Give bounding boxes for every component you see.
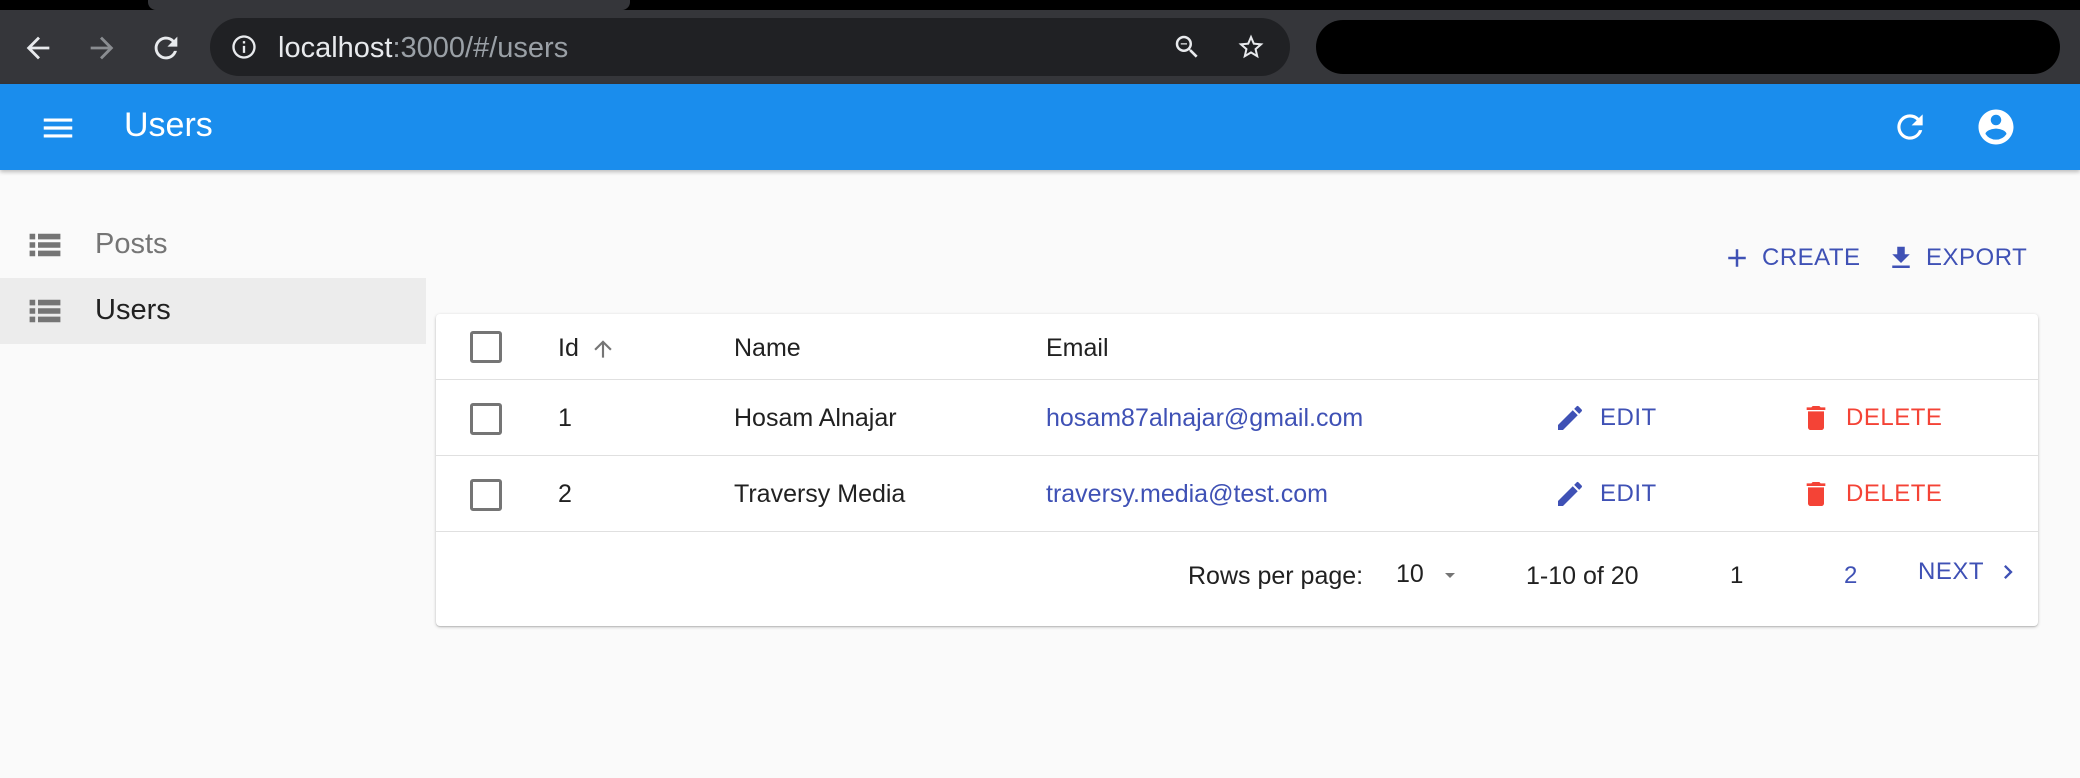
page-1-button[interactable]: 1	[1730, 562, 1743, 590]
forward-button[interactable]	[80, 26, 124, 70]
rows-per-page-label: Rows per page:	[1188, 562, 1364, 590]
page-title: Users	[124, 106, 213, 144]
address-bar[interactable]: localhost:3000/#/users	[210, 18, 1290, 76]
tab-strip	[0, 0, 2080, 10]
edit-label: EDIT	[1600, 480, 1657, 507]
sidebar-item-posts[interactable]: Posts	[0, 212, 426, 278]
table-row[interactable]: 1 Hosam Alnajar hosam87alnajar@gmail.com…	[436, 380, 2038, 456]
pencil-icon	[1558, 481, 1583, 506]
chevron-right-icon	[2004, 565, 2013, 579]
page-range: 1-10 of 20	[1526, 562, 1639, 590]
trash-icon	[1806, 482, 1826, 506]
dropdown-arrow-icon	[1444, 572, 1455, 578]
pagination: Rows per page: 10 1-10 of 20 1 2 NEXT	[436, 532, 2038, 626]
cell-name: Traversy Media	[734, 480, 906, 508]
column-header-email[interactable]: Email	[1046, 334, 1109, 363]
sidebar-item-users[interactable]: Users	[0, 278, 426, 344]
back-button[interactable]	[16, 26, 60, 70]
rows-per-page-value: 10	[1396, 560, 1424, 588]
sort-ascending-icon[interactable]	[590, 336, 616, 362]
plus-icon	[1728, 249, 1746, 267]
column-header-id[interactable]: Id	[558, 334, 579, 363]
next-label: NEXT	[1918, 558, 1985, 585]
delete-label: DELETE	[1846, 480, 1943, 507]
select-all-checkbox[interactable]	[470, 331, 502, 363]
back-arrow-icon	[26, 36, 50, 60]
zoom-out-icon[interactable]	[1172, 32, 1202, 62]
create-label: CREATE	[1762, 244, 1861, 271]
account-button[interactable]	[1974, 105, 2018, 149]
edit-button[interactable]: EDIT	[1554, 400, 1657, 436]
profile-area[interactable]	[1316, 20, 2060, 74]
cell-id: 2	[558, 480, 572, 508]
row-checkbox[interactable]	[470, 479, 502, 511]
cell-name: Hosam Alnajar	[734, 404, 897, 432]
refresh-button[interactable]	[1888, 105, 1932, 149]
delete-label: DELETE	[1846, 404, 1943, 431]
table-row[interactable]: 2 Traversy Media traversy.media@test.com…	[436, 456, 2038, 532]
browser-toolbar: localhost:3000/#/users	[0, 10, 2080, 84]
sidebar-item-label: Posts	[95, 228, 168, 260]
edit-button[interactable]: EDIT	[1554, 476, 1657, 512]
export-label: EXPORT	[1926, 244, 2028, 271]
forward-arrow-icon	[90, 36, 114, 60]
pencil-icon	[1558, 405, 1583, 430]
star-icon[interactable]	[1236, 32, 1266, 62]
column-header-name[interactable]: Name	[734, 334, 801, 363]
menu-button[interactable]	[36, 106, 80, 150]
next-page-button[interactable]: NEXT	[1918, 558, 2022, 586]
download-icon	[1892, 246, 1910, 268]
delete-button[interactable]: DELETE	[1800, 476, 1942, 512]
refresh-icon	[1897, 114, 1923, 140]
users-table-card: Id Name Email 1 Hosam Alnajar hosam87aln…	[436, 314, 2038, 626]
url-path: :3000/#/users	[392, 32, 569, 64]
menu-icon	[43, 118, 73, 138]
url-host: localhost	[278, 32, 393, 64]
create-button[interactable]: CREATE	[1722, 238, 1861, 278]
info-icon[interactable]	[230, 33, 258, 61]
delete-button[interactable]: DELETE	[1800, 400, 1942, 436]
cell-email-link[interactable]: traversy.media@test.com	[1046, 480, 1328, 509]
browser-tab[interactable]	[148, 0, 630, 10]
list-icon	[29, 233, 61, 257]
row-checkbox[interactable]	[470, 403, 502, 435]
reload-button[interactable]	[144, 26, 188, 70]
reload-icon	[154, 36, 178, 60]
trash-icon	[1806, 406, 1826, 430]
app-bar: Users	[0, 84, 2080, 170]
table-header-row: Id Name Email	[436, 314, 2038, 380]
page-2-button[interactable]: 2	[1844, 562, 1857, 590]
export-button[interactable]: EXPORT	[1886, 238, 2027, 278]
browser-chrome: localhost:3000/#/users	[0, 0, 2080, 84]
url-text[interactable]: localhost:3000/#/users	[278, 32, 568, 65]
list-icon	[29, 299, 61, 323]
edit-label: EDIT	[1600, 404, 1657, 431]
sidebar-item-label: Users	[95, 294, 171, 326]
cell-id: 1	[558, 404, 572, 432]
cell-email-link[interactable]: hosam87alnajar@gmail.com	[1046, 404, 1363, 433]
rows-per-page-select[interactable]: 10	[1396, 560, 1462, 589]
account-circle-icon	[1978, 109, 2014, 145]
